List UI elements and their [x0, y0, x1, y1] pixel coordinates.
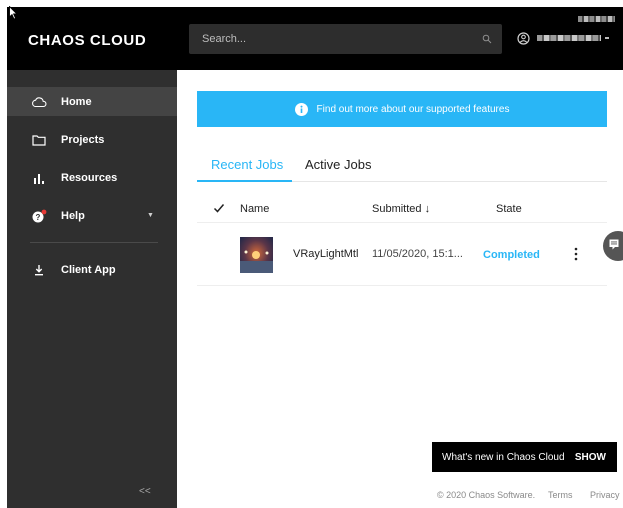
- more-options-icon[interactable]: [573, 246, 579, 262]
- sidebar-item-projects[interactable]: Projects: [7, 125, 177, 154]
- banner-text: Find out more about our supported featur…: [316, 103, 510, 115]
- jobs-tabs: Recent Jobs Active Jobs: [197, 147, 607, 182]
- collapse-sidebar-button[interactable]: <<: [139, 486, 151, 497]
- chat-icon: [609, 239, 619, 250]
- chevron-down-icon: ▼: [147, 212, 154, 219]
- table-row[interactable]: VRayLightMtl 11/05/2020, 15:1... Complet…: [197, 224, 607, 286]
- sidebar-item-client-app[interactable]: Client App: [7, 255, 177, 284]
- search-input[interactable]: [189, 24, 502, 54]
- sidebar: Home Projects Resources ? Help ▼ Client …: [7, 70, 177, 508]
- folder-icon: [31, 132, 47, 148]
- job-submitted-date: 11/05/2020, 15:1...: [372, 248, 463, 260]
- info-icon: [294, 102, 308, 116]
- footer-copyright: © 2020 Chaos Software.: [437, 490, 536, 500]
- bar-chart-icon: [31, 170, 47, 186]
- show-whats-new-button[interactable]: SHOW: [575, 452, 606, 463]
- sidebar-divider: [30, 242, 158, 243]
- cloud-icon: [31, 94, 47, 110]
- job-state-badge: Completed: [483, 249, 540, 261]
- user-menu[interactable]: [517, 28, 609, 48]
- sidebar-item-resources[interactable]: Resources: [7, 163, 177, 192]
- whats-new-toast: What's new in Chaos Cloud SHOW: [432, 442, 617, 472]
- chaos-cloud-logo[interactable]: CHAOS CLOUD: [28, 32, 146, 49]
- sidebar-item-home[interactable]: Home: [7, 87, 177, 116]
- jobs-table-header: Name Submitted ↓ State: [197, 196, 607, 223]
- tab-recent-jobs[interactable]: Recent Jobs: [211, 157, 283, 172]
- job-thumbnail: [240, 237, 273, 273]
- user-icon: [517, 31, 530, 45]
- organization-name: [578, 16, 615, 22]
- select-all-check-icon[interactable]: [213, 202, 225, 214]
- job-name[interactable]: VRayLightMtl: [293, 248, 358, 260]
- column-header-name[interactable]: Name: [240, 203, 269, 215]
- column-header-state[interactable]: State: [496, 203, 522, 215]
- sidebar-item-label: Resources: [61, 171, 118, 184]
- tab-active-jobs[interactable]: Active Jobs: [305, 157, 371, 172]
- search-box[interactable]: [189, 24, 502, 54]
- search-icon[interactable]: [482, 34, 492, 44]
- sidebar-item-label: Projects: [61, 133, 105, 146]
- column-header-submitted[interactable]: Submitted ↓: [372, 203, 430, 215]
- sidebar-item-label: Help: [61, 209, 85, 222]
- footer-terms-link[interactable]: Terms: [548, 490, 573, 500]
- svg-text:?: ?: [35, 213, 40, 222]
- sidebar-item-label: Home: [61, 95, 92, 108]
- footer-privacy-link[interactable]: Privacy: [590, 490, 620, 500]
- chaos-cloud-app: CHAOS CLOUD Home: [0, 0, 623, 508]
- top-header: CHAOS CLOUD: [7, 7, 623, 70]
- sidebar-item-help[interactable]: ? Help ▼: [7, 201, 177, 230]
- tab-selected-indicator: [197, 180, 292, 182]
- mouse-cursor-icon: [9, 6, 19, 20]
- user-name: [537, 35, 601, 41]
- help-icon: ?: [31, 208, 47, 224]
- chevron-down-icon: [605, 37, 609, 39]
- download-icon: [31, 262, 47, 278]
- whats-new-text: What's new in Chaos Cloud: [442, 451, 565, 463]
- features-banner[interactable]: Find out more about our supported featur…: [197, 91, 607, 127]
- sidebar-item-label: Client App: [61, 263, 116, 276]
